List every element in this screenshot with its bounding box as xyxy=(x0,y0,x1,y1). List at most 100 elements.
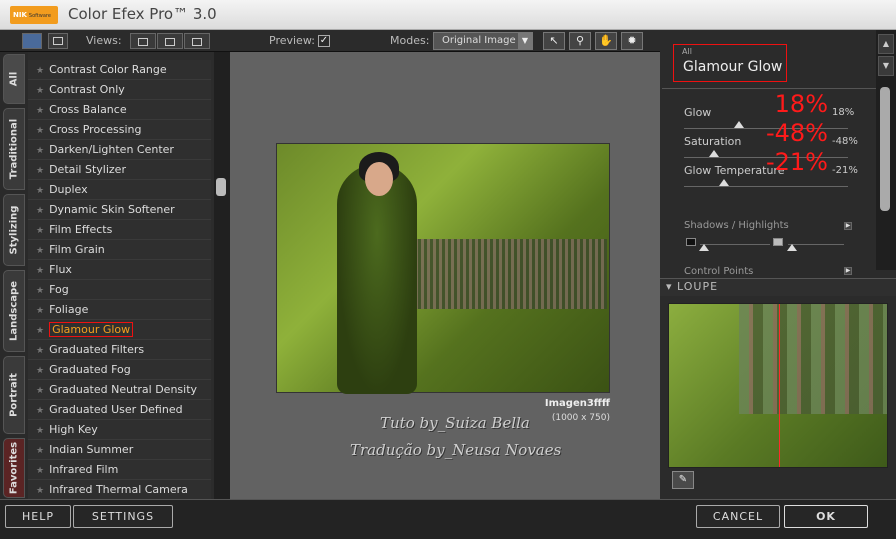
zoom-icon[interactable]: ⚲ xyxy=(569,32,591,50)
filter-list-item[interactable]: ★ Fog xyxy=(28,280,211,300)
favorite-star-icon[interactable]: ★ xyxy=(36,166,44,176)
filter-list-item[interactable]: ★ Duplex xyxy=(28,180,211,200)
filter-name: Film Effects xyxy=(49,223,113,236)
favorite-star-icon[interactable]: ★ xyxy=(36,226,44,236)
filter-name: High Key xyxy=(49,423,98,436)
tab-favorites[interactable]: Favorites xyxy=(3,438,25,498)
expand-control-points-icon[interactable]: ▶ xyxy=(844,267,852,275)
modes-dropdown[interactable]: Original Image ▼ xyxy=(433,32,533,50)
slider-label: Glow xyxy=(684,106,712,119)
filter-name: Indian Summer xyxy=(49,443,134,456)
slider-knob[interactable] xyxy=(734,121,744,128)
tab-landscape[interactable]: Landscape xyxy=(3,270,25,352)
favorite-star-icon[interactable]: ★ xyxy=(36,146,44,156)
filter-list-item[interactable]: ★ Contrast Only xyxy=(28,80,211,100)
favorite-star-icon[interactable]: ★ xyxy=(36,286,44,296)
settings-button[interactable]: SETTINGS xyxy=(73,505,173,528)
favorite-star-icon[interactable]: ★ xyxy=(36,366,44,376)
loupe-label: LOUPE xyxy=(677,280,719,293)
favorite-star-icon[interactable]: ★ xyxy=(36,86,44,96)
modes-label: Modes: xyxy=(390,34,430,47)
slider-knob[interactable] xyxy=(709,150,719,157)
filter-list-item[interactable]: ★ Darken/Lighten Center xyxy=(28,140,211,160)
view-side-by-side-button[interactable] xyxy=(184,33,210,49)
control-points-label: Control Points xyxy=(684,266,754,277)
filter-list-item[interactable]: ★ Foliage xyxy=(28,300,211,320)
favorite-star-icon[interactable]: ★ xyxy=(36,446,44,456)
filter-list-item[interactable]: ★ Detail Stylizer xyxy=(28,160,211,180)
filter-list-item[interactable]: ★ Glamour Glow xyxy=(28,320,211,340)
favorite-star-icon[interactable]: ★ xyxy=(36,66,44,76)
favorite-star-icon[interactable]: ★ xyxy=(36,206,44,216)
filter-list-item[interactable]: ★ Graduated Filters xyxy=(28,340,211,360)
favorite-star-icon[interactable]: ★ xyxy=(36,326,44,336)
light-icon[interactable]: ✹ xyxy=(621,32,643,50)
filter-list-item[interactable]: ★ Film Grain xyxy=(28,240,211,260)
preview-label: Preview: xyxy=(269,34,315,47)
tab-portrait[interactable]: Portrait xyxy=(3,356,25,434)
slider-knob[interactable] xyxy=(719,179,729,186)
view-list-icon[interactable] xyxy=(48,33,68,49)
filter-list-item[interactable]: ★ Indian Summer xyxy=(28,440,211,460)
filter-name: Foliage xyxy=(49,303,89,316)
filter-list-item[interactable]: ★ Cross Balance xyxy=(28,100,211,120)
filter-name: Dynamic Skin Softener xyxy=(49,203,175,216)
slider-track[interactable] xyxy=(684,186,848,187)
favorite-star-icon[interactable]: ★ xyxy=(36,306,44,316)
slider-value-small: -48% xyxy=(832,136,858,147)
ok-button[interactable]: OK xyxy=(784,505,868,528)
slider-label: Saturation xyxy=(684,135,742,148)
filter-list-item[interactable]: ★ Infrared Thermal Camera xyxy=(28,480,211,499)
favorite-star-icon[interactable]: ★ xyxy=(36,126,44,136)
filter-name: Infrared Film xyxy=(49,463,119,476)
favorite-star-icon[interactable]: ★ xyxy=(36,386,44,396)
filter-list-item[interactable]: ★ Graduated User Defined xyxy=(28,400,211,420)
filter-name: Infrared Thermal Camera xyxy=(49,483,188,496)
filter-list-scroll-thumb[interactable] xyxy=(216,178,226,196)
scroll-up-icon[interactable]: ▲ xyxy=(878,34,894,54)
favorite-star-icon[interactable]: ★ xyxy=(36,486,44,496)
favorite-star-icon[interactable]: ★ xyxy=(36,406,44,416)
filter-list-item[interactable]: ★ Flux xyxy=(28,260,211,280)
shadows-slider-knob[interactable] xyxy=(699,244,709,251)
highlights-slider-knob[interactable] xyxy=(787,244,797,251)
filter-name: Contrast Color Range xyxy=(49,63,167,76)
tab-traditional[interactable]: Traditional xyxy=(3,108,25,190)
view-split-button[interactable] xyxy=(157,33,183,49)
panel-scroll-thumb[interactable] xyxy=(880,87,890,211)
view-single-button[interactable] xyxy=(130,33,156,49)
preview-checkbox[interactable]: ✓ xyxy=(318,35,330,47)
favorite-star-icon[interactable]: ★ xyxy=(36,346,44,356)
filter-list-scrollbar[interactable] xyxy=(214,52,230,499)
favorite-star-icon[interactable]: ★ xyxy=(36,246,44,256)
scroll-down-icon[interactable]: ▼ xyxy=(878,56,894,76)
filter-list-item[interactable]: ★ Infrared Film xyxy=(28,460,211,480)
filter-list-item[interactable]: ★ Film Effects xyxy=(28,220,211,240)
cancel-button[interactable]: CANCEL xyxy=(696,505,780,528)
filter-list-item[interactable]: ★ High Key xyxy=(28,420,211,440)
tab-all[interactable]: All xyxy=(3,54,25,104)
hand-icon[interactable]: ✋ xyxy=(595,32,617,50)
filter-list-item[interactable]: ★ Graduated Neutral Density xyxy=(28,380,211,400)
filter-name: Darken/Lighten Center xyxy=(49,143,174,156)
preview-image[interactable] xyxy=(276,143,610,394)
favorite-star-icon[interactable]: ★ xyxy=(36,426,44,436)
filter-list-item[interactable]: ★ Cross Processing xyxy=(28,120,211,140)
filter-name: Cross Balance xyxy=(49,103,127,116)
filter-list-item[interactable]: ★ Dynamic Skin Softener xyxy=(28,200,211,220)
favorite-star-icon[interactable]: ★ xyxy=(36,106,44,116)
tab-stylizing[interactable]: Stylizing xyxy=(3,194,25,266)
arrow-icon[interactable]: ↖ xyxy=(543,32,565,50)
view-single-icon[interactable] xyxy=(22,33,42,49)
watermark-tuto: Tuto by_Suiza Bella xyxy=(380,414,530,432)
shadows-highlights-label: Shadows / Highlights xyxy=(684,220,789,231)
help-button[interactable]: HELP xyxy=(5,505,71,528)
favorite-star-icon[interactable]: ★ xyxy=(36,266,44,276)
pin-icon[interactable]: ✎ xyxy=(672,471,694,489)
expand-shadows-icon[interactable]: ▶ xyxy=(844,222,852,230)
filter-list-item[interactable]: ★ Contrast Color Range xyxy=(28,60,211,80)
slider-value-small: -21% xyxy=(832,165,858,176)
favorite-star-icon[interactable]: ★ xyxy=(36,466,44,476)
favorite-star-icon[interactable]: ★ xyxy=(36,186,44,196)
filter-list-item[interactable]: ★ Graduated Fog xyxy=(28,360,211,380)
